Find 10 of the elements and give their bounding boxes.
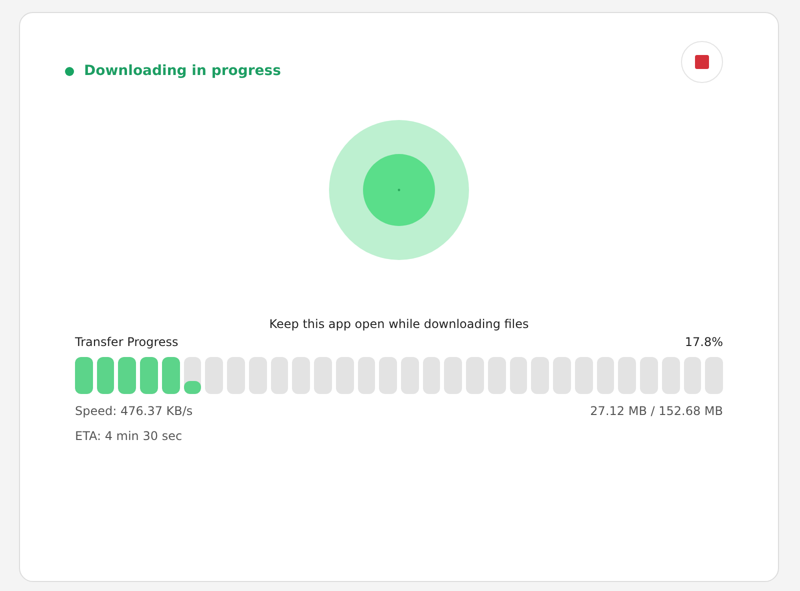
stop-button[interactable] (681, 41, 723, 83)
status-text: Downloading in progress (84, 63, 281, 79)
pulse-icon (328, 119, 470, 261)
speed-text: Speed: 476.37 KB/s (75, 404, 193, 418)
status-dot (65, 66, 74, 76)
size-text: 27.12 MB / 152.68 MB (590, 404, 723, 418)
notice-text: Keep this app open while downloading files (268, 317, 530, 331)
progress-label: Transfer Progress (75, 335, 178, 349)
progress-percent: 17.8% (684, 335, 723, 349)
eta-text: ETA: 4 min 30 sec (75, 429, 184, 443)
